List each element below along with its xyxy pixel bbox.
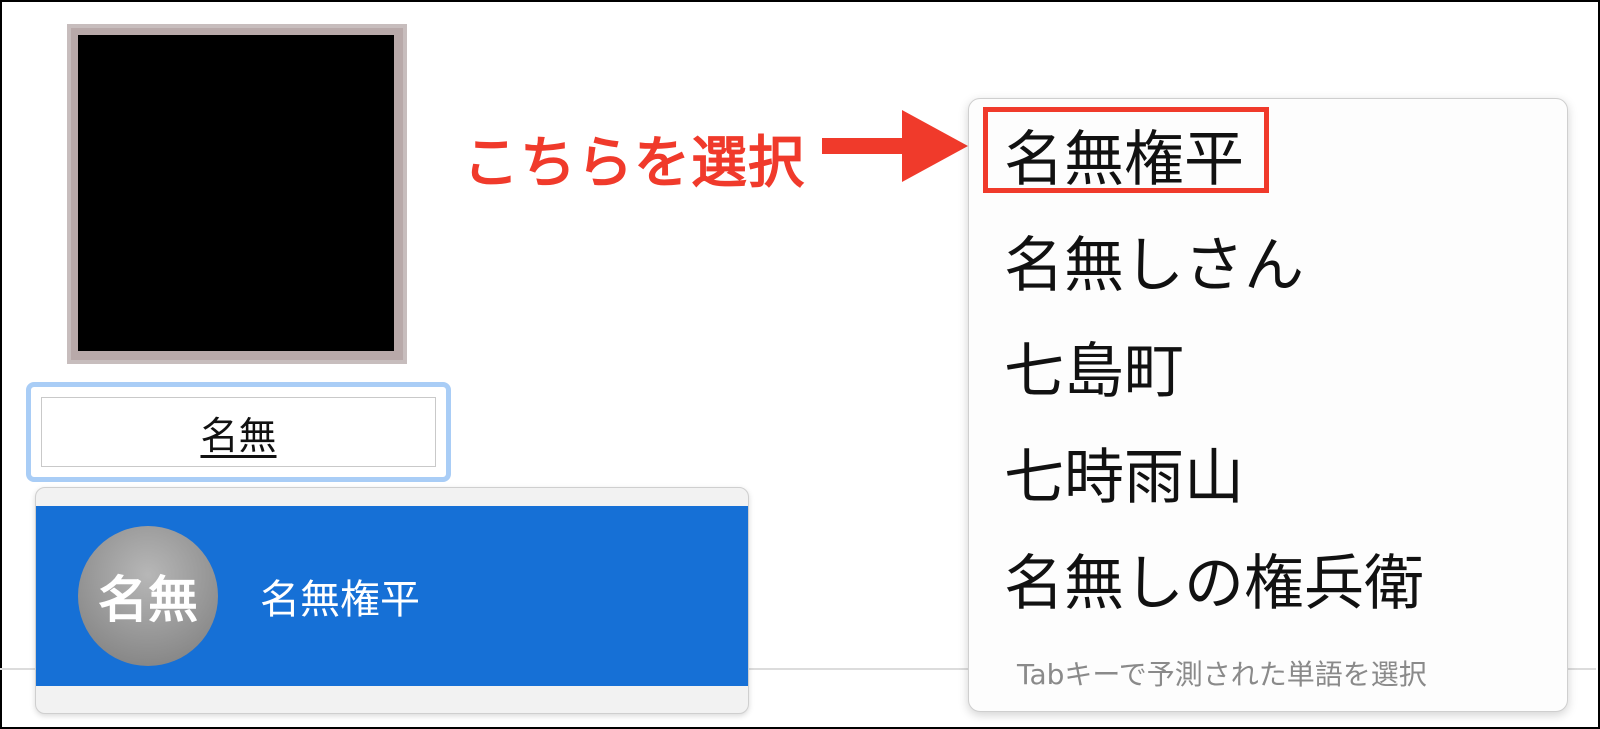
ime-candidate-4[interactable]: 七時雨山 bbox=[1004, 429, 1244, 516]
annotation-label: こちらを選択 bbox=[463, 131, 805, 196]
suggestion-label: 名無権平 bbox=[260, 577, 420, 623]
ime-candidate-popup: 名無権平 名無しさん 七島町 七時雨山 名無しの権兵衛 Tabキーで予測された単… bbox=[968, 98, 1568, 712]
ime-hint-text: Tabキーで予測された単語を選択 bbox=[1017, 658, 1427, 691]
profile-photo[interactable] bbox=[67, 24, 407, 364]
suggestion-avatar: 名無 bbox=[78, 526, 218, 666]
name-input-focus-ring: 名無 bbox=[26, 382, 451, 482]
autocomplete-suggestion[interactable]: 名無 名無権平 bbox=[36, 506, 748, 686]
redacted-photo-area bbox=[78, 35, 394, 351]
ime-candidate-5[interactable]: 名無しの権兵衛 bbox=[1004, 535, 1424, 622]
ime-candidate-3[interactable]: 七島町 bbox=[1004, 323, 1184, 410]
arrow-right-icon bbox=[822, 110, 968, 182]
ime-candidate-1[interactable]: 名無権平 bbox=[1004, 111, 1244, 198]
autocomplete-dropdown: 名無 名無権平 bbox=[35, 487, 749, 714]
ime-candidate-2[interactable]: 名無しさん bbox=[1004, 217, 1304, 304]
name-input-value: 名無 bbox=[200, 413, 277, 458]
name-input[interactable]: 名無 bbox=[41, 397, 436, 467]
